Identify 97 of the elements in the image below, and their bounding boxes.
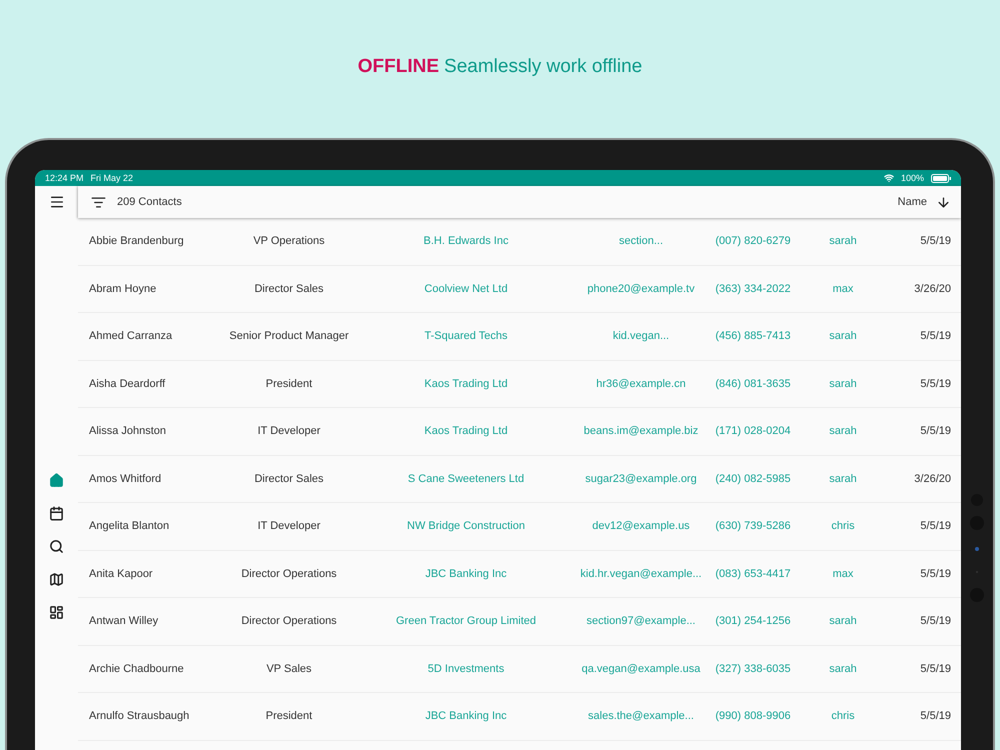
- contact-company: NW Bridge Construction: [406, 520, 526, 532]
- contact-name: Antwan Willey: [89, 615, 160, 628]
- contact-company: Kaos Trading Ltd: [423, 378, 509, 390]
- contact-company: JBC Banking Inc: [424, 568, 508, 580]
- contact-date: 5/5/19: [919, 378, 951, 390]
- contact-phone: (083) 653-4417: [714, 568, 792, 580]
- contact-row[interactable]: Arnulfo Strausbaugh President JBC Banking Inc sales.the@example... (990) 808-9906 chris 5/5/19: [78, 693, 961, 740]
- contact-name: Abram Hoyne: [89, 282, 158, 295]
- contact-phone: (007) 820-6279: [714, 235, 792, 248]
- contact-date: 3/26/20: [913, 282, 951, 295]
- contact-date: 5/5/19: [919, 520, 951, 532]
- battery-percent: 100%: [900, 173, 924, 183]
- contacts-count: 209 Contacts: [117, 196, 182, 208]
- contact-title: President: [264, 378, 314, 390]
- contact-email: qa.vegan@example.usa: [580, 662, 702, 675]
- status-time: 12:24 PM: [45, 173, 84, 183]
- contact-row[interactable]: Ahmed Carranza Senior Product Manager T-Squared Techs kid.vegan... (456) 885-7413 sarah 5/5/19: [78, 313, 961, 360]
- contact-owner: sarah: [828, 330, 858, 342]
- contact-title: Director Sales: [253, 282, 325, 295]
- contact-phone: (846) 081-3635: [714, 378, 792, 390]
- contact-title: IT Developer: [256, 425, 322, 438]
- contact-owner: sarah: [828, 615, 858, 628]
- menu-icon[interactable]: [48, 194, 64, 210]
- contact-name: Abbie Brandenburg: [89, 235, 185, 248]
- contact-name: Amos Whitford: [89, 472, 162, 485]
- contact-company: JBC Banking Inc: [424, 710, 508, 722]
- contact-date: 5/5/19: [919, 662, 951, 675]
- contact-date: 5/5/19: [919, 615, 951, 628]
- contact-title: Director Operations: [240, 615, 338, 628]
- contact-name: Archie Chadbourne: [89, 662, 185, 675]
- contact-owner: sarah: [828, 378, 858, 390]
- contact-name: Arnulfo Strausbaugh: [89, 710, 190, 722]
- contact-name: Angelita Blanton: [89, 520, 170, 532]
- contact-owner: sarah: [828, 662, 858, 675]
- status-date: Fri May 22: [90, 173, 134, 183]
- contact-email: section...: [618, 235, 664, 248]
- contact-phone: (327) 338-6035: [714, 662, 792, 675]
- contact-email: kid.vegan...: [612, 330, 670, 342]
- battery-icon: [931, 174, 951, 182]
- contact-phone: (456) 885-7413: [714, 330, 792, 342]
- contact-title: VP Operations: [252, 235, 326, 248]
- contact-row[interactable]: Antwan Willey Director Operations Green Tractor Group Limited section97@example... (301) 254-1256 sarah 5/5/19: [78, 598, 961, 646]
- contact-name: Ahmed Carranza: [89, 330, 174, 342]
- contact-company: B.H. Edwards Inc: [422, 235, 510, 248]
- contact-company: T-Squared Techs: [424, 330, 508, 342]
- contact-date: 5/5/19: [919, 425, 951, 438]
- contact-row[interactable]: Aisha Deardorff President Kaos Trading Ltd hr36@example.cn (846) 081-3635 sarah 5/5/19: [78, 360, 961, 408]
- contact-row[interactable]: Amos Whitford Director Sales S Cane Sweeteners Ltd sugar23@example.org (240) 082-5985 sarah 3/26/20: [78, 456, 961, 503]
- contact-phone: (630) 739-5286: [714, 520, 792, 532]
- contact-owner: sarah: [828, 425, 858, 438]
- contact-title: Director Sales: [253, 472, 325, 485]
- contact-name: Anita Kapoor: [89, 568, 154, 580]
- contact-owner: sarah: [828, 472, 858, 485]
- contact-title: Director Operations: [240, 568, 338, 580]
- contact-email: sugar23@example.org: [584, 472, 698, 485]
- contact-title: VP Sales: [265, 662, 313, 675]
- contact-date: 5/5/19: [919, 235, 951, 248]
- contact-email: dev12@example.us: [591, 520, 691, 532]
- contact-title: President: [264, 710, 314, 722]
- contact-name: Alissa Johnston: [89, 425, 168, 438]
- contact-phone: (171) 028-0204: [714, 425, 792, 438]
- contact-owner: max: [832, 282, 854, 295]
- contact-date: 3/26/20: [913, 472, 951, 485]
- contact-email: sales.the@example...: [587, 710, 695, 722]
- contact-owner: chris: [830, 710, 856, 722]
- headline: OFFLINE Seamlessly work offline: [358, 56, 642, 79]
- contact-email: phone20@example.tv: [586, 282, 696, 295]
- contact-company: S Cane Sweeteners Ltd: [406, 472, 526, 485]
- contact-company: 5D Investments: [426, 662, 506, 675]
- contact-phone: (301) 254-1256: [714, 615, 792, 628]
- contact-row[interactable]: Archie Chadbourne VP Sales 5D Investments qa.vegan@example.usa (327) 338-6035 sarah 5/5/19: [78, 646, 961, 693]
- contact-row[interactable]: Abbie Brandenburg VP Operations B.H. Edwards Inc section... (007) 820-6279 sarah 5/5/19: [78, 218, 961, 266]
- contact-phone: (240) 082-5985: [714, 472, 792, 485]
- contact-email: kid.hr.vegan@example...: [579, 568, 703, 580]
- contact-email: beans.im@example.biz: [582, 425, 700, 438]
- contact-date: 5/5/19: [919, 710, 951, 722]
- contact-name: Aisha Deardorff: [89, 378, 166, 390]
- contact-email: section97@example...: [585, 615, 696, 628]
- contact-owner: sarah: [828, 235, 858, 248]
- contact-row[interactable]: Abram Hoyne Director Sales Coolview Net Ltd phone20@example.tv (363) 334-2022 max 3/26/20: [78, 266, 961, 313]
- sort-label[interactable]: Name: [898, 196, 927, 208]
- contact-company: Kaos Trading Ltd: [423, 425, 509, 438]
- contact-date: 5/5/19: [919, 568, 951, 580]
- wifi-icon: [884, 173, 894, 183]
- contact-row[interactable]: Alissa Johnston IT Developer Kaos Trading Ltd beans.im@example.biz (171) 028-0204 sarah 5/5/19: [78, 408, 961, 456]
- contact-phone: (363) 334-2022: [714, 282, 792, 295]
- contact-title: Senior Product Manager: [228, 330, 350, 342]
- contact-company: Coolview Net Ltd: [423, 282, 509, 295]
- contact-date: 5/5/19: [919, 330, 951, 342]
- contact-row[interactable]: Angelita Blanton IT Developer NW Bridge Construction dev12@example.us (630) 739-5286 chris 5/5/19: [78, 503, 961, 550]
- contact-company: Green Tractor Group Limited: [394, 615, 537, 628]
- contact-phone: (990) 808-9906: [714, 710, 792, 722]
- contact-email: hr36@example.cn: [595, 378, 687, 390]
- contact-owner: max: [832, 568, 854, 580]
- contact-owner: chris: [830, 520, 856, 532]
- contact-row[interactable]: Anita Kapoor Director Operations JBC Banking Inc kid.hr.vegan@example... (083) 653-4417 max 5/5/19: [78, 550, 961, 598]
- contact-title: IT Developer: [256, 520, 322, 532]
